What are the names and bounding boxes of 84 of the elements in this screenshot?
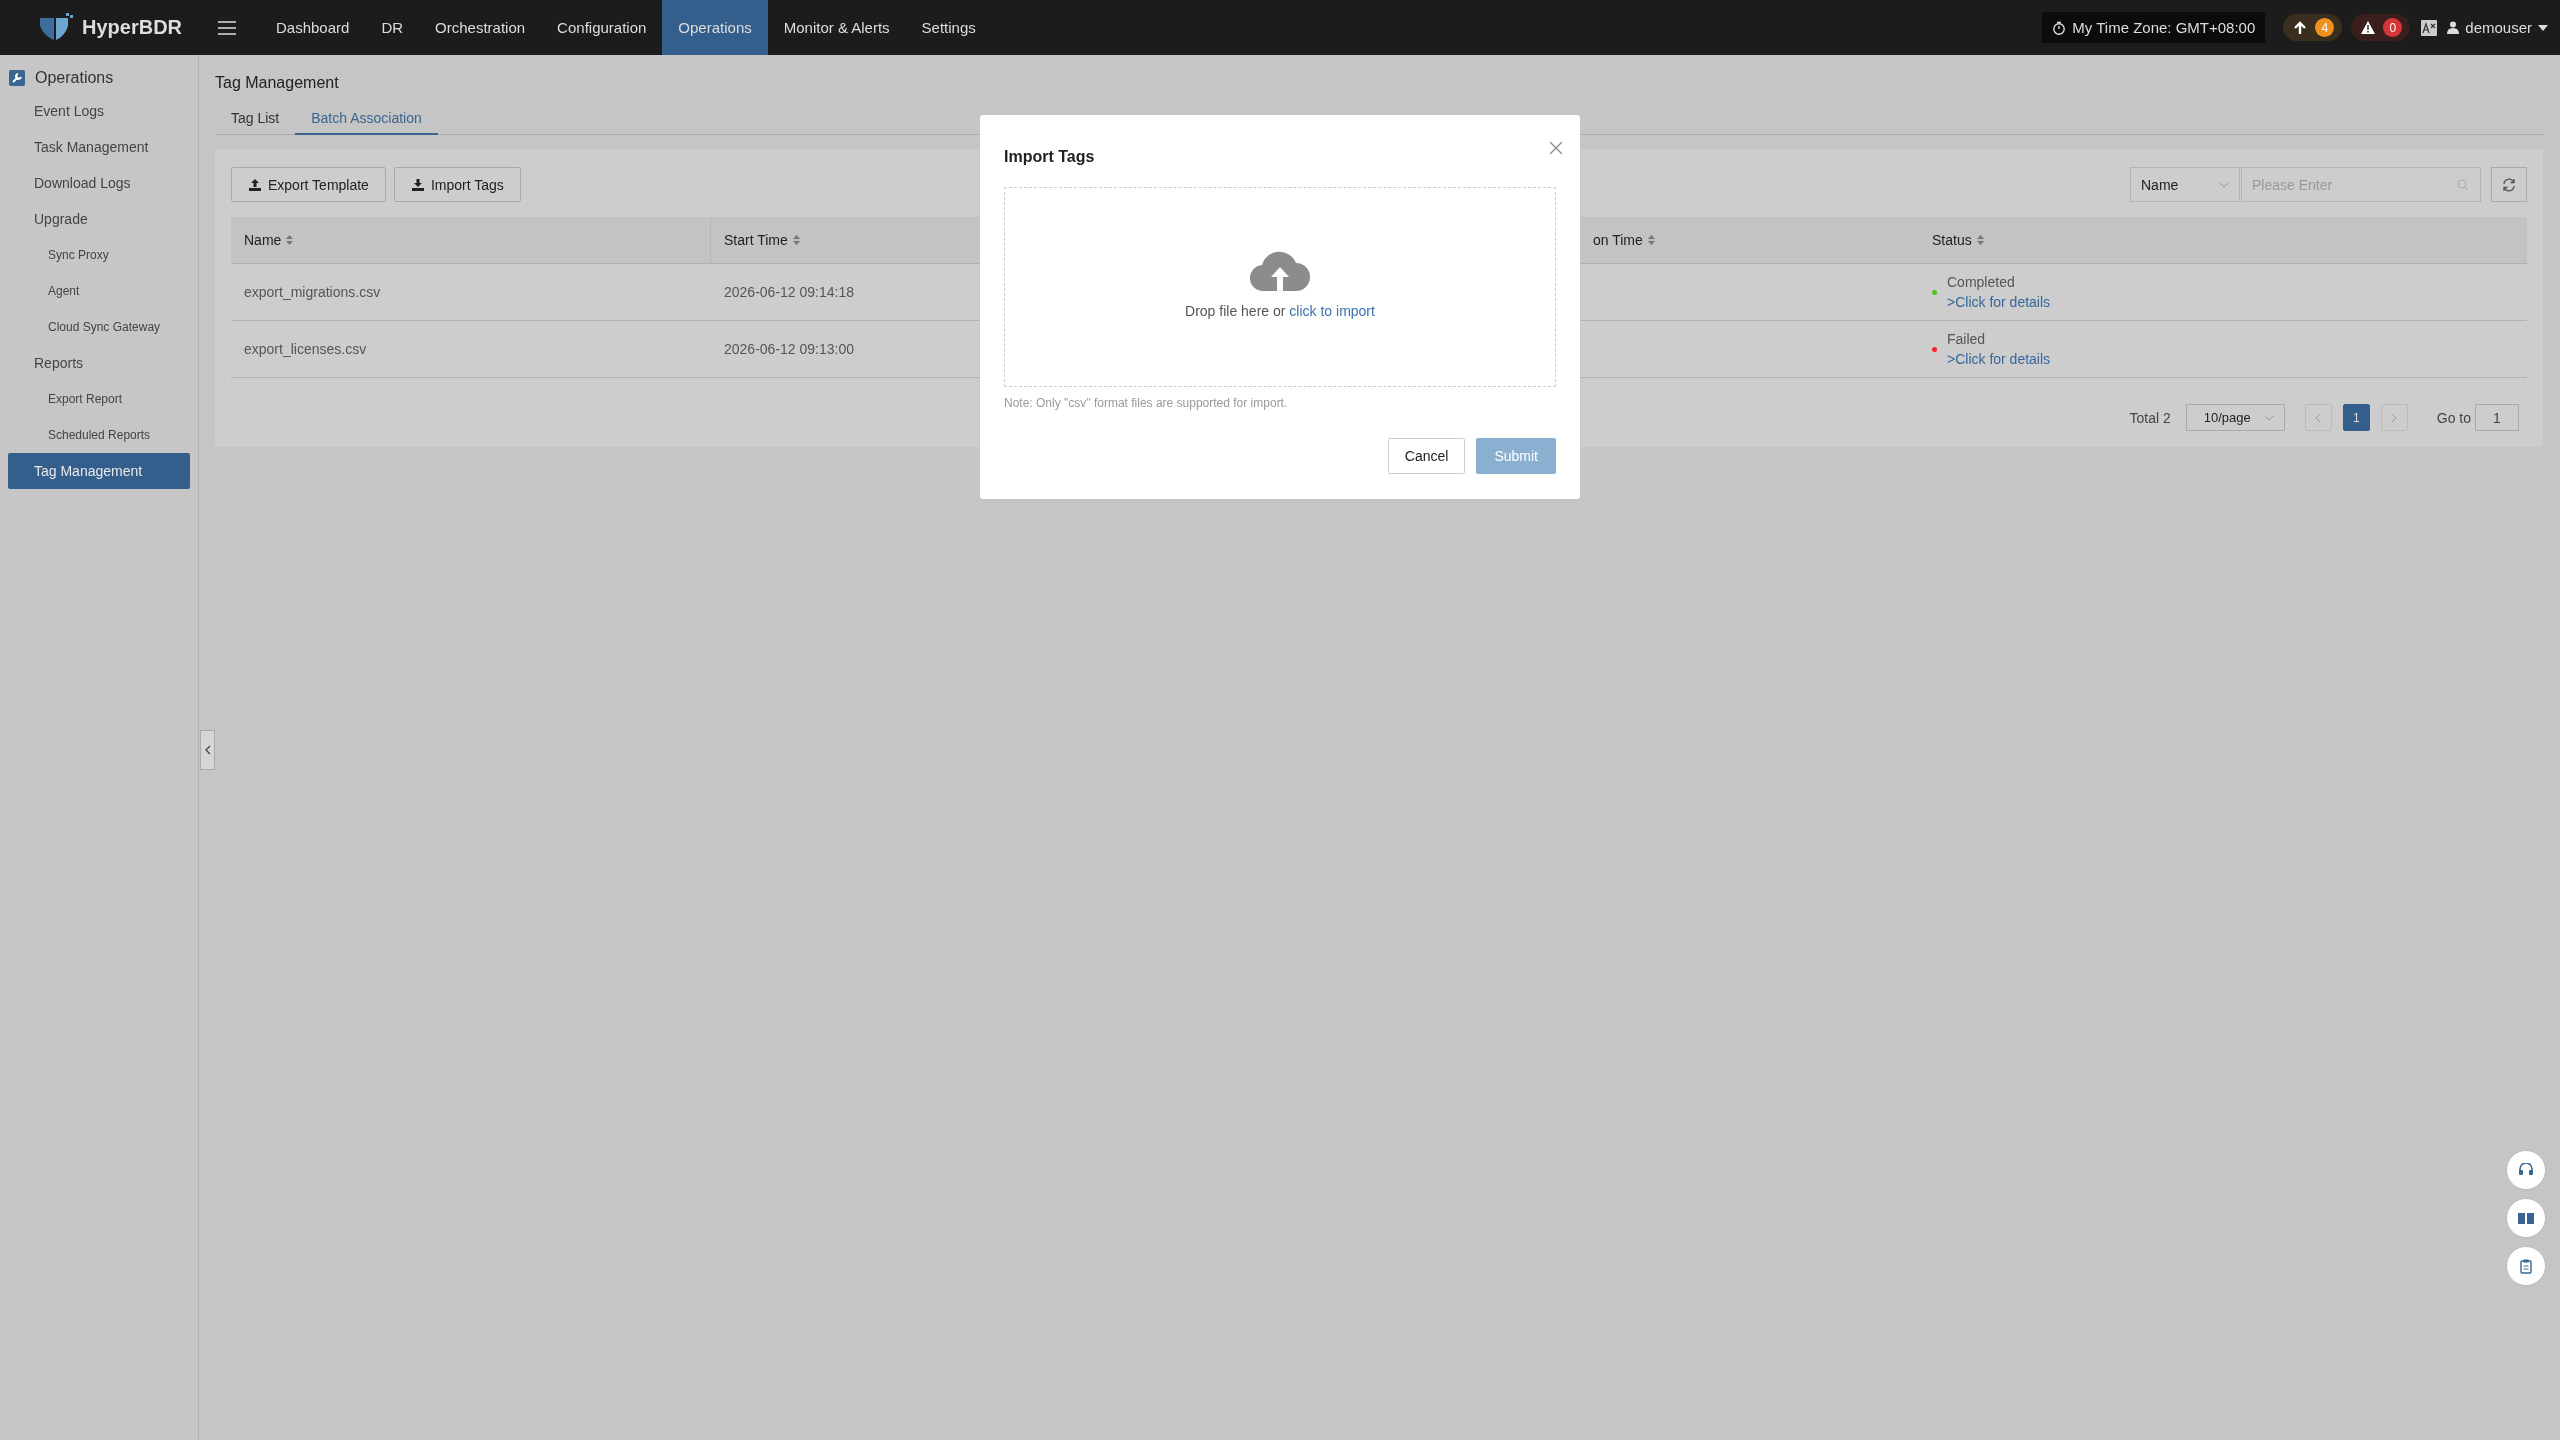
clipboard-button[interactable] (2506, 1246, 2546, 1286)
alert-badge[interactable]: 0 (2351, 14, 2411, 41)
drop-zone[interactable]: Drop file here or click to import (1004, 187, 1556, 387)
import-button[interactable]: Import Tags (393, 167, 521, 202)
nav-tab[interactable]: Configuration (541, 0, 663, 55)
sidebar-subitem[interactable]: Sync Proxy (0, 237, 198, 273)
user-menu[interactable]: demouser (2447, 19, 2548, 36)
nav-tab[interactable]: Operations (662, 0, 768, 55)
sidebar-item[interactable]: Upgrade (0, 201, 198, 237)
guide-button[interactable] (2506, 1198, 2546, 1238)
sidebar-item[interactable]: Reports (0, 345, 198, 381)
column-header[interactable]: Start Time (724, 232, 800, 248)
nav-tab[interactable]: Dashboard (260, 0, 366, 55)
timezone-text: My Time Zone: GMT+08:00 (2072, 19, 2256, 36)
nav-tab[interactable]: Orchestration (419, 0, 542, 55)
chevron-right-icon (2391, 412, 2398, 423)
alert-count: 0 (2383, 18, 2403, 37)
sort-icon (1647, 235, 1655, 245)
goto-field[interactable]: 1 (2475, 404, 2519, 431)
page-button[interactable]: 1 (2342, 404, 2370, 431)
refresh-icon (2502, 177, 2516, 192)
column-header[interactable]: Name (244, 232, 294, 248)
filter-select[interactable]: Name (2130, 167, 2240, 202)
download-icon (410, 178, 425, 191)
headset-icon (2518, 1163, 2534, 1177)
column-header[interactable]: Status (1932, 232, 1984, 248)
goto-label: Go to (2436, 409, 2471, 426)
sidebar-section-title: Operations (35, 69, 114, 87)
sidebar-subitem[interactable]: Agent (0, 273, 198, 309)
details-link[interactable]: >Click for details (1947, 294, 2051, 310)
translate-icon[interactable] (2421, 19, 2438, 36)
sort-icon (792, 235, 800, 245)
sidebar-item[interactable]: Download Logs (0, 165, 198, 201)
page-title: Tag Management (215, 74, 340, 92)
cancel-button[interactable]: Cancel (1387, 438, 1466, 474)
total-count: Total 2 (2129, 409, 2171, 426)
tab[interactable]: Batch Association (295, 110, 438, 135)
nav-tab[interactable]: DR (365, 0, 420, 55)
chevron-down-icon (2263, 414, 2274, 421)
sidebar-item[interactable]: Task Management (0, 129, 198, 165)
collapse-handle[interactable] (200, 730, 215, 770)
sidebar-subitem[interactable]: Scheduled Reports (0, 417, 198, 453)
sort-icon (286, 235, 294, 245)
details-link[interactable]: >Click for details (1947, 351, 2051, 367)
upload-icon (248, 178, 262, 191)
sort-icon (1976, 235, 1984, 245)
status-text: Completed (1947, 274, 2016, 290)
search-icon (2457, 179, 2469, 191)
sidebar-item[interactable]: Event Logs (0, 93, 198, 129)
dialog-title: Import Tags (1004, 148, 1095, 166)
nav-tab[interactable]: Monitor & Alerts (767, 0, 906, 55)
close-icon[interactable] (1549, 141, 1563, 155)
support-button[interactable] (2506, 1150, 2546, 1190)
chevron-down-icon (2219, 181, 2229, 188)
import-link[interactable]: click to import (1289, 302, 1375, 319)
refresh-button[interactable] (2491, 167, 2527, 202)
sidebar-item[interactable]: Tag Management (8, 453, 190, 489)
warning-icon (2361, 21, 2376, 34)
user-icon (2447, 21, 2460, 34)
sidebar-subitem[interactable]: Cloud Sync Gateway (0, 309, 198, 345)
book-icon (2518, 1212, 2534, 1224)
sidebar-subitem[interactable]: Export Report (0, 381, 198, 417)
drop-hint: Drop file here or (1185, 302, 1286, 319)
page-size-select[interactable]: 10/page (2185, 404, 2285, 431)
tab[interactable]: Tag List (231, 110, 296, 135)
table-cell: export_licenses.csv (244, 341, 367, 357)
status-text: Failed (1947, 331, 1987, 347)
format-note: Note: Only "csv" format files are supported for import. (1004, 396, 1289, 410)
column-header[interactable]: on Time (1593, 232, 1655, 248)
table-cell: export_migrations.csv (244, 284, 381, 300)
nav-tab[interactable]: Settings (905, 0, 992, 55)
caret-icon (2538, 24, 2548, 31)
clipboard-icon (2520, 1258, 2532, 1274)
logo-text: HyperBDR (82, 16, 183, 39)
export-button[interactable]: Export Template (231, 167, 386, 202)
table-cell: 2026-06-12 09:14:18 (724, 284, 854, 300)
chevron-left-icon (2315, 412, 2322, 423)
upload-count: 4 (2315, 18, 2335, 37)
chevron-left-icon (204, 745, 211, 755)
wrench-icon (9, 70, 25, 86)
menu-icon[interactable] (218, 20, 236, 35)
up-arrow-icon (2293, 20, 2308, 35)
stopwatch-icon (2052, 20, 2067, 35)
table-cell: 2026-06-12 09:13:00 (724, 341, 854, 357)
